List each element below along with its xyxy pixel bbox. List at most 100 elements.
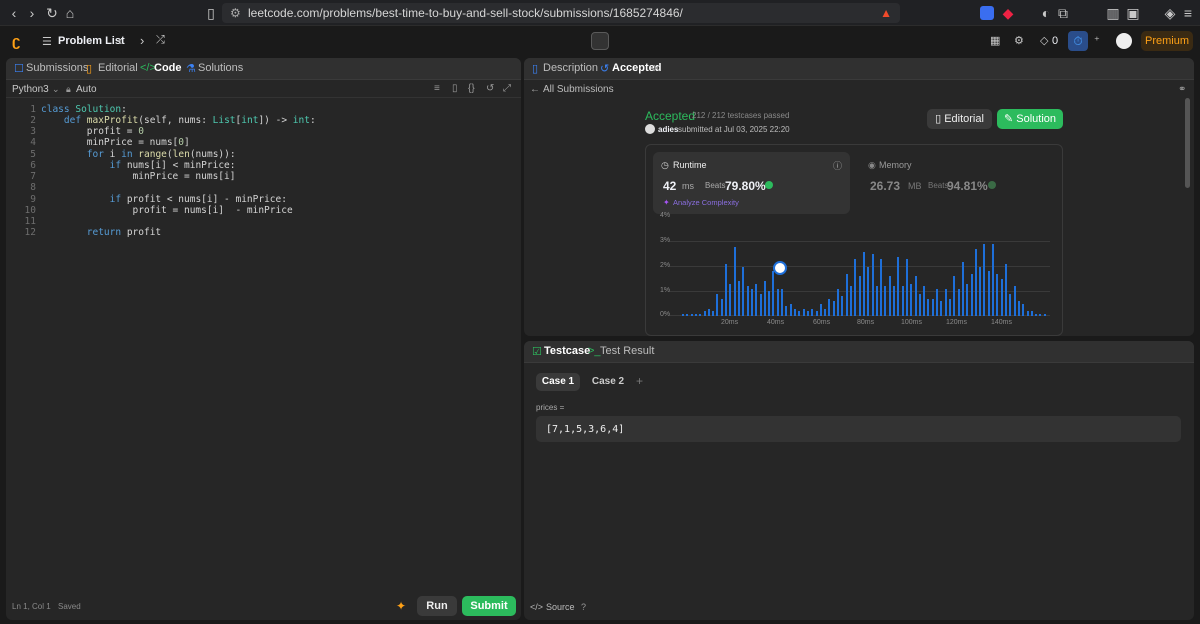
forward-icon[interactable]: › [24, 5, 40, 21]
back-icon[interactable]: ‹ [6, 5, 22, 21]
chart-bar [755, 283, 758, 316]
info-icon[interactable]: ⓘ [833, 159, 842, 172]
chart-bar [979, 266, 982, 316]
runtime-label: Runtime [673, 160, 707, 170]
chart-bar [720, 298, 723, 316]
edit-icon: ✎ [1003, 113, 1014, 125]
case-1-tab[interactable]: Case 1 [536, 373, 580, 391]
next-problem-icon[interactable]: › [140, 33, 144, 48]
avatar[interactable] [1116, 33, 1132, 49]
user-position-marker[interactable] [773, 261, 787, 275]
chart-bar [824, 308, 827, 316]
extensions-icon[interactable]: ⧉ [1055, 5, 1071, 21]
add-user-icon[interactable]: ⁺ [1094, 34, 1100, 47]
x-tick: 140ms [991, 319, 1013, 326]
braces-icon[interactable]: {} [468, 83, 475, 94]
brave-shield-icon[interactable]: ▲ [880, 3, 892, 23]
problem-list-link[interactable]: Problem List [58, 35, 125, 47]
username[interactable]: adies [658, 125, 678, 134]
source-link[interactable]: Source [546, 602, 575, 612]
chart-bar [768, 291, 771, 316]
runtime-beats-label: Beats [705, 181, 726, 190]
extension2-icon[interactable]: ◆ [1000, 5, 1016, 21]
chart-bar [914, 276, 917, 316]
prev-problem-icon[interactable]: ‹ [118, 33, 122, 48]
line-number: 2 [30, 115, 36, 126]
chevron-down-icon[interactable]: ⌄ [52, 84, 60, 95]
book-icon: ▯ [935, 113, 942, 125]
address-bar[interactable]: ⚙ leetcode.com/problems/best-time-to-buy… [222, 3, 900, 23]
leetcode-logo-icon[interactable]: ʗ [12, 33, 28, 50]
layout-icon[interactable]: ▦ [990, 34, 1000, 47]
line-number: 12 [24, 227, 36, 238]
line-number: 11 [24, 216, 36, 227]
run-button[interactable]: Run [417, 596, 457, 616]
add-case-icon[interactable]: + [636, 374, 643, 388]
runtime-card[interactable]: ◷ Runtime ⓘ 42 ms Beats 79.80% ✦ Analyze… [653, 152, 850, 214]
bookmark-icon[interactable]: ▯ [203, 5, 219, 21]
chart-bar [832, 301, 835, 316]
site-info-icon[interactable]: ⚙ [230, 3, 241, 23]
input-field[interactable]: [7,1,5,3,6,4] [536, 416, 1181, 442]
analyze-complexity-link[interactable]: Analyze Complexity [673, 198, 739, 207]
all-submissions-link[interactable]: All Submissions [543, 84, 614, 95]
chart-bar [682, 313, 684, 316]
line-number: 9 [30, 194, 36, 205]
link-icon[interactable]: ⚭ [1178, 84, 1186, 95]
home-icon[interactable]: ⌂ [62, 5, 78, 21]
tab-description[interactable]: Description [543, 62, 598, 74]
settings-icon[interactable]: ⚙ [1014, 34, 1024, 47]
chart-bar [893, 286, 895, 316]
y-tick: 3% [660, 237, 671, 244]
timer-icon[interactable]: ⏱ [1068, 31, 1088, 51]
y-tick: 1% [660, 287, 671, 294]
shuffle-icon[interactable]: ⤮ [156, 34, 165, 47]
tab-editorial[interactable]: Editorial [98, 62, 138, 74]
memory-card[interactable]: ◉ Memory 26.73 MB Beats 94.81% [860, 152, 1056, 214]
chart-bar [1026, 311, 1029, 316]
testcase-panel: ☑ Testcase >_ Test Result Case 1 Case 2 … [524, 341, 1194, 620]
debug-icon[interactable]: ✦ [396, 599, 406, 613]
help-icon[interactable]: ? [581, 602, 586, 612]
chart-bar [785, 306, 788, 316]
clock-icon: ◷ [661, 160, 669, 170]
format-icon[interactable]: ≡ [434, 83, 440, 94]
menu-icon[interactable]: ≡ [1180, 5, 1196, 21]
tab-submissions[interactable]: Submissions [26, 62, 88, 74]
checkbox-icon: ☑ [532, 346, 542, 358]
back-arrow-icon[interactable]: ← [530, 84, 540, 95]
wallet-icon[interactable]: ▣ [1125, 5, 1141, 21]
code-line: if nums[i] < minPrice: [109, 160, 236, 171]
extension-icon[interactable] [980, 6, 994, 20]
chart-bar [781, 288, 783, 316]
close-icon[interactable]: ✕ [652, 62, 661, 75]
vpn-icon[interactable]: ◈ [1162, 5, 1178, 21]
premium-button[interactable]: Premium [1141, 31, 1193, 51]
tab-test-result[interactable]: Test Result [600, 345, 654, 357]
reload-icon[interactable]: ↻ [44, 5, 60, 21]
scrollbar[interactable] [1185, 98, 1190, 188]
chart-bar [725, 264, 728, 316]
memory-label: Memory [879, 160, 912, 170]
chart-bar [686, 313, 689, 316]
editorial-button[interactable]: ▯ Editorial [927, 109, 992, 129]
solution-button[interactable]: ✎ Solution [997, 109, 1063, 129]
case-2-tab[interactable]: Case 2 [586, 373, 630, 391]
language-select[interactable]: Python3 [12, 84, 49, 95]
reset-icon[interactable]: ↺ [486, 83, 494, 94]
chart-bar [927, 298, 930, 316]
extension3-icon[interactable]: ◐ [1038, 5, 1054, 21]
solution-label: Solution [1016, 113, 1057, 125]
tab-solutions[interactable]: Solutions [198, 62, 243, 74]
y-tick: 2% [660, 262, 671, 269]
notes-icon[interactable] [591, 32, 609, 50]
chart-bar [772, 271, 775, 316]
sidebar-icon[interactable]: ▥ [1105, 5, 1121, 21]
bookmark-icon[interactable]: ▯ [452, 83, 458, 94]
chart-bar [849, 286, 852, 316]
expand-icon[interactable]: ⤢ [503, 83, 511, 94]
submit-button[interactable]: Submit [462, 596, 516, 616]
tab-testcase[interactable]: Testcase [544, 345, 590, 357]
chart-bar [957, 288, 960, 316]
tab-code[interactable]: Code [154, 62, 182, 74]
